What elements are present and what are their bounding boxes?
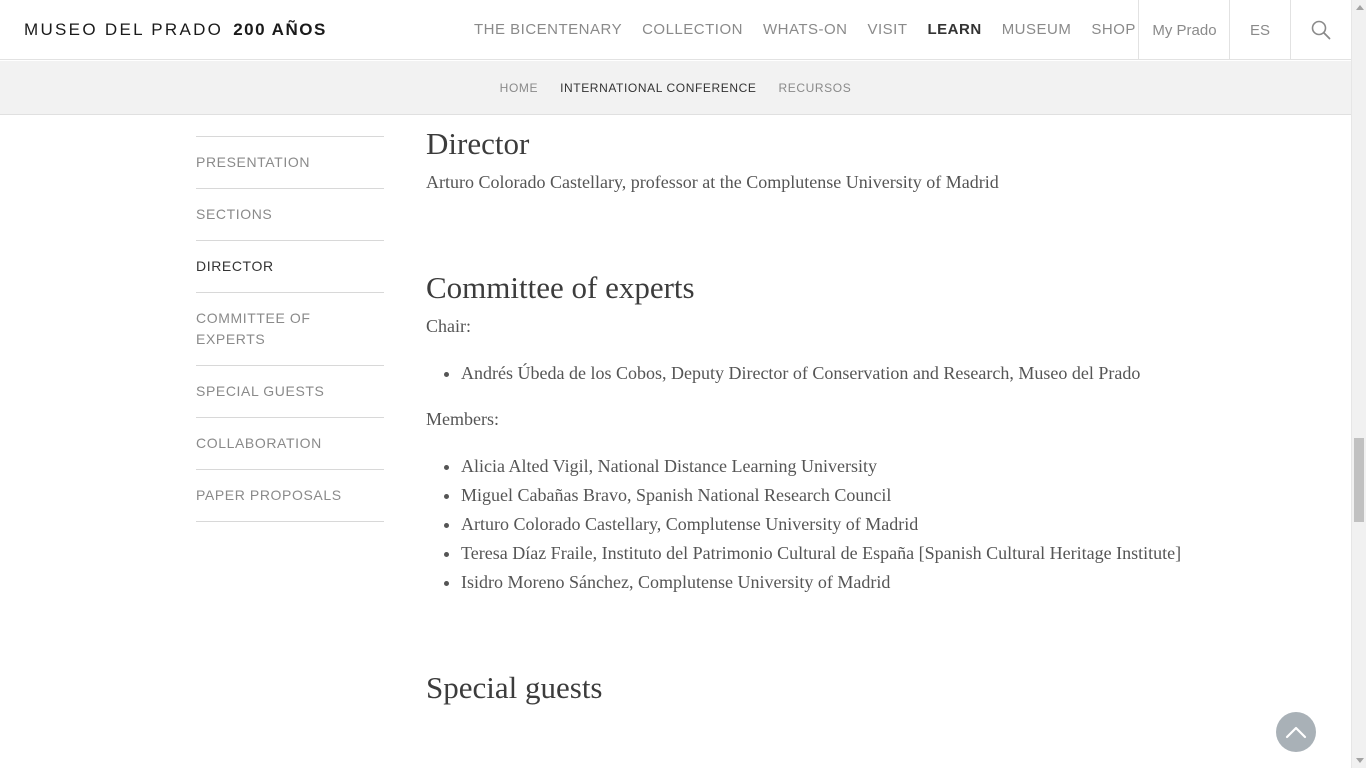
subnav-item-home[interactable]: HOME xyxy=(489,81,549,95)
top-header: MUSEO DEL PRADO 200 AÑOS THE BICENTENARY… xyxy=(0,0,1351,60)
site-logo[interactable]: MUSEO DEL PRADO 200 AÑOS xyxy=(24,20,327,40)
search-icon xyxy=(1311,20,1331,40)
sub-nav: HOME INTERNATIONAL CONFERENCE RECURSOS xyxy=(0,61,1351,115)
sidebar-item-collaboration[interactable]: COLLABORATION xyxy=(196,418,384,470)
sidebar-item-paper-proposals[interactable]: PAPER PROPOSALS xyxy=(196,470,384,522)
subnav-item-recursos[interactable]: RECURSOS xyxy=(768,81,863,95)
director-heading: Director xyxy=(426,126,530,161)
nav-item-collection[interactable]: COLLECTION xyxy=(632,0,753,60)
chevron-up-icon xyxy=(1285,726,1307,739)
subnav-item-international-conference[interactable]: INTERNATIONAL CONFERENCE xyxy=(549,81,767,95)
page-scrollbar[interactable] xyxy=(1351,0,1366,768)
nav-item-visit[interactable]: VISIT xyxy=(858,0,918,60)
back-to-top-button[interactable] xyxy=(1276,712,1316,752)
main-nav: THE BICENTENARY COLLECTION WHATS-ON VISI… xyxy=(464,0,1146,60)
list-item: Teresa Díaz Fraile, Instituto del Patrim… xyxy=(461,539,1186,568)
members-list: Alicia Alted Vigil, National Distance Le… xyxy=(426,452,1186,597)
sidebar-item-special-guests[interactable]: SPECIAL GUESTS xyxy=(196,366,384,418)
nav-item-shop[interactable]: SHOP xyxy=(1081,0,1146,60)
sidebar-item-director[interactable]: DIRECTOR xyxy=(196,241,384,293)
special-guests-heading: Special guests xyxy=(426,670,603,705)
list-item: Miguel Cabañas Bravo, Spanish National R… xyxy=(461,481,1186,510)
search-button[interactable] xyxy=(1290,0,1351,60)
language-switch[interactable]: ES xyxy=(1229,0,1290,60)
list-item: Isidro Moreno Sánchez, Complutense Unive… xyxy=(461,568,1186,597)
sidebar-item-sections[interactable]: SECTIONS xyxy=(196,189,384,241)
members-label: Members: xyxy=(426,409,499,429)
section-sidebar: PRESENTATION SECTIONS DIRECTOR COMMITTEE… xyxy=(196,136,384,522)
scroll-thumb[interactable] xyxy=(1354,438,1364,522)
list-item: Arturo Colorado Castellary, Complutense … xyxy=(461,510,1186,539)
nav-item-whats-on[interactable]: WHATS-ON xyxy=(753,0,858,60)
logo-years: 200 AÑOS xyxy=(233,20,327,39)
nav-item-learn[interactable]: LEARN xyxy=(918,0,992,60)
chair-label: Chair: xyxy=(426,316,471,336)
my-prado-link[interactable]: My Prado xyxy=(1138,0,1230,60)
chair-list: Andrés Úbeda de los Cobos, Deputy Direct… xyxy=(426,359,1186,388)
scroll-up-arrow-icon[interactable] xyxy=(1356,5,1364,10)
committee-heading: Committee of experts xyxy=(426,270,695,305)
director-text: Arturo Colorado Castellary, professor at… xyxy=(426,172,999,192)
list-item: Alicia Alted Vigil, National Distance Le… xyxy=(461,452,1186,481)
list-item: Andrés Úbeda de los Cobos, Deputy Direct… xyxy=(461,359,1186,388)
nav-item-museum[interactable]: MUSEUM xyxy=(992,0,1082,60)
nav-item-bicentenary[interactable]: THE BICENTENARY xyxy=(464,0,632,60)
sidebar-item-presentation[interactable]: PRESENTATION xyxy=(196,137,384,189)
sidebar-item-committee-of-experts[interactable]: COMMITTEE OF EXPERTS xyxy=(196,293,384,366)
logo-text: MUSEO DEL PRADO xyxy=(24,20,224,39)
main-content: Director Arturo Colorado Castellary, pro… xyxy=(426,124,1186,708)
scroll-down-arrow-icon[interactable] xyxy=(1356,758,1364,763)
